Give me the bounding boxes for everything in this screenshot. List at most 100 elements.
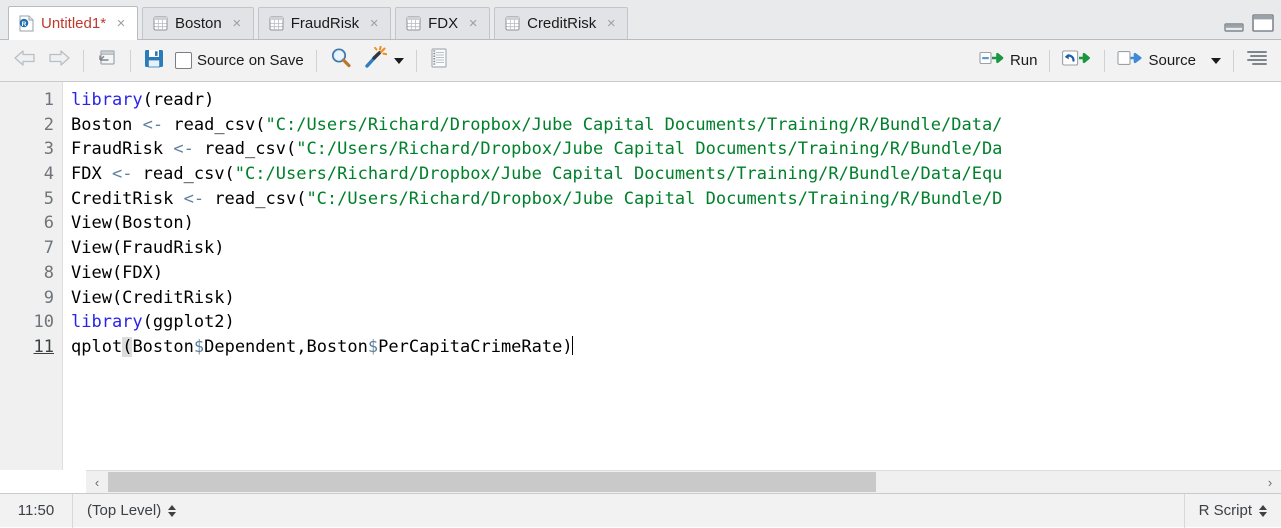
scroll-right-arrow-icon[interactable]: › xyxy=(1259,471,1281,493)
line-number: 5 xyxy=(43,188,54,209)
code-token: View(Boston) xyxy=(71,213,194,234)
source-on-save-toggle[interactable]: Source on Save xyxy=(170,47,309,75)
code-line[interactable]: library(ggplot2) xyxy=(71,310,1281,335)
code-editor[interactable]: 1 2 3 4 5 6 7 8 9 10 11 library(readr) Bo… xyxy=(0,82,1281,493)
scroll-left-arrow-icon[interactable]: ‹ xyxy=(86,471,108,493)
tab-fraudrisk[interactable]: FraudRisk × xyxy=(257,7,392,39)
line-number: 7 xyxy=(43,238,54,259)
code-token: View(FraudRisk) xyxy=(71,238,225,259)
chevron-down-icon[interactable] xyxy=(393,57,404,64)
tab-close-button[interactable]: × xyxy=(368,16,380,31)
document-type-selector[interactable]: R Script xyxy=(1185,494,1281,527)
editor-toolbar: Source on Save Run Source xyxy=(0,40,1281,82)
line-number-current: 11 xyxy=(33,336,54,357)
save-icon xyxy=(143,47,165,74)
editor-tab-bar: R Untitled1* × Boston × FraudRisk × FDX … xyxy=(0,0,1281,40)
code-line[interactable]: qplot(Boston$Dependent,Boston$PerCapitaC… xyxy=(71,335,1281,360)
back-arrow-icon xyxy=(13,49,37,72)
tab-untitled1[interactable]: R Untitled1* × xyxy=(8,6,139,40)
line-number: 6 xyxy=(43,213,54,234)
code-token: Boston xyxy=(71,114,143,135)
line-number: 9 xyxy=(43,287,54,308)
horizontal-scrollbar[interactable]: ‹ › xyxy=(86,470,1281,493)
back-button[interactable] xyxy=(8,47,42,75)
r-document-icon: R xyxy=(19,15,34,32)
run-label: Run xyxy=(1009,52,1038,69)
code-token: (readr) xyxy=(142,90,215,110)
source-on-save-label: Source on Save xyxy=(197,52,304,69)
tab-boston[interactable]: Boston × xyxy=(142,7,254,39)
code-token: Boston xyxy=(132,336,194,357)
line-number: 1 xyxy=(43,90,54,110)
line-number: 4 xyxy=(43,164,54,185)
code-area[interactable]: 1 2 3 4 5 6 7 8 9 10 11 library(readr) Bo… xyxy=(0,82,1281,470)
data-grid-icon xyxy=(505,16,520,31)
forward-arrow-icon xyxy=(47,49,71,72)
toolbar-separator xyxy=(415,49,417,72)
chevron-down-icon[interactable] xyxy=(1211,57,1221,64)
document-outline-icon xyxy=(1246,49,1268,72)
code-line[interactable]: View(FraudRisk) xyxy=(71,236,1281,261)
code-token: qplot xyxy=(71,336,123,357)
tab-close-button[interactable]: × xyxy=(231,16,243,31)
code-line[interactable]: library(readr) xyxy=(71,88,1281,113)
toolbar-separator xyxy=(315,49,317,72)
code-token: FDX xyxy=(71,164,112,185)
code-token: "C:/Users/Richard/Dropbox/Jube Capital D… xyxy=(306,188,1003,209)
source-on-save-checkbox[interactable] xyxy=(175,52,192,69)
tab-close-button[interactable]: × xyxy=(605,16,617,31)
tab-label: CreditRisk xyxy=(527,15,597,32)
code-token: read_csv( xyxy=(163,114,266,135)
scrollbar-thumb[interactable] xyxy=(108,472,876,492)
show-in-new-window-button[interactable] xyxy=(91,47,123,75)
tab-label: FDX xyxy=(428,15,459,32)
svg-text:R: R xyxy=(22,21,27,28)
code-token: <- xyxy=(111,164,133,185)
rstudio-source-pane: R Untitled1* × Boston × FraudRisk × FDX … xyxy=(0,0,1281,528)
document-type-label: R Script xyxy=(1198,502,1252,519)
source-code-lines[interactable]: library(readr) Boston <- read_csv("C:/Use… xyxy=(63,82,1281,470)
minimize-icon[interactable] xyxy=(1223,19,1245,38)
code-line[interactable]: FraudRisk <- read_csv("C:/Users/Richard/… xyxy=(71,137,1281,162)
editor-status-bar: 11:50 (Top Level) R Script xyxy=(0,493,1281,528)
tab-close-button[interactable]: × xyxy=(115,16,127,31)
toolbar-separator xyxy=(83,49,84,72)
code-line[interactable]: CreditRisk <- read_csv("C:/Users/Richard… xyxy=(71,187,1281,212)
code-tools-button[interactable] xyxy=(358,45,409,75)
data-grid-icon xyxy=(406,16,421,31)
tab-fdx[interactable]: FDX × xyxy=(395,7,491,39)
tab-close-button[interactable]: × xyxy=(467,16,479,31)
magic-wand-icon xyxy=(363,45,388,75)
up-down-chevrons-icon xyxy=(168,504,177,517)
code-token: PerCapitaCrimeRate) xyxy=(378,336,573,357)
source-label: Source xyxy=(1148,52,1196,69)
line-number: 10 xyxy=(33,312,54,333)
forward-button[interactable] xyxy=(42,47,76,75)
code-line[interactable]: View(Boston) xyxy=(71,211,1281,236)
code-line[interactable]: View(FDX) xyxy=(71,261,1281,286)
compile-notebook-button[interactable] xyxy=(424,47,454,75)
line-number: 3 xyxy=(43,139,54,160)
code-token: <- xyxy=(173,139,194,160)
scope-label: (Top Level) xyxy=(87,502,162,519)
save-button[interactable] xyxy=(138,47,170,75)
tab-creditrisk[interactable]: CreditRisk × xyxy=(494,7,629,39)
document-outline-button[interactable] xyxy=(1241,47,1273,75)
toolbar-separator xyxy=(1104,49,1106,72)
scrollbar-track[interactable] xyxy=(108,471,1259,493)
code-line[interactable]: View(CreditRisk) xyxy=(71,286,1281,311)
maximize-icon[interactable] xyxy=(1251,13,1275,38)
toolbar-separator xyxy=(130,49,131,72)
code-line[interactable]: FDX <- read_csv("C:/Users/Richard/Dropbo… xyxy=(71,162,1281,187)
code-token: "C:/Users/Richard/Dropbox/Jube Capital D… xyxy=(296,139,1003,160)
toolbar-separator xyxy=(1049,49,1051,72)
tab-label: Untitled1* xyxy=(41,15,107,32)
find-replace-button[interactable] xyxy=(324,47,358,75)
re-run-button[interactable] xyxy=(1057,47,1097,75)
code-token: $ xyxy=(367,336,379,357)
source-button[interactable]: Source xyxy=(1112,47,1226,75)
code-line[interactable]: Boston <- read_csv("C:/Users/Richard/Dro… xyxy=(71,113,1281,138)
scope-selector[interactable]: (Top Level) xyxy=(73,494,190,527)
pane-window-controls xyxy=(1223,13,1275,38)
run-button[interactable]: Run xyxy=(974,47,1043,75)
